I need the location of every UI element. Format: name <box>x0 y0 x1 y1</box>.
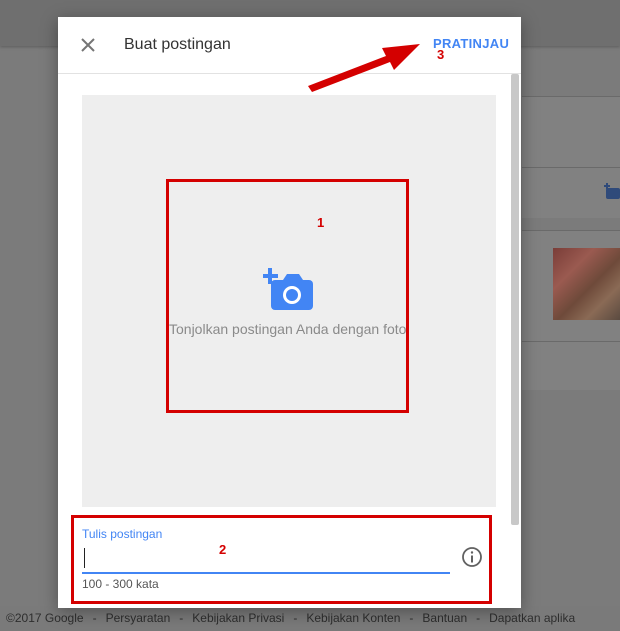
footer-link-get-app[interactable]: Dapatkan aplika <box>489 611 575 625</box>
footer-link-copyright[interactable]: ©2017 Google <box>6 611 84 625</box>
annotation-number-3: 3 <box>437 47 445 62</box>
footer-link-content-policy[interactable]: Kebijakan Konten <box>306 611 400 625</box>
footer-link-help[interactable]: Bantuan <box>422 611 467 625</box>
scrollbar[interactable] <box>511 74 519 525</box>
footer-links: ©2017 Google - Persyaratan - Kebijakan Priva… <box>6 611 575 625</box>
footer-link-privacy[interactable]: Kebijakan Privasi <box>192 611 284 625</box>
preview-button[interactable]: PRATINJAU <box>433 36 509 51</box>
footer-separator: - <box>409 611 414 625</box>
footer-link-terms[interactable]: Persyaratan <box>106 611 171 625</box>
annotation-arrow <box>308 44 420 92</box>
dialog-header: Buat postingan PRATINJAU <box>58 17 521 74</box>
background-camera-icon <box>604 183 620 199</box>
footer-separator: - <box>293 611 298 625</box>
annotation-box-photo <box>166 179 409 413</box>
dialog-title: Buat postingan <box>124 36 231 53</box>
footer-separator: - <box>92 611 97 625</box>
annotation-box-post <box>71 515 492 604</box>
annotation-number-2: 2 <box>219 542 227 557</box>
background-photo-thumbnail <box>553 248 620 320</box>
background-card <box>522 96 620 167</box>
close-icon[interactable] <box>78 35 98 55</box>
footer-separator: - <box>179 611 184 625</box>
footer-separator: - <box>476 611 481 625</box>
background-card <box>522 341 620 390</box>
annotation-number-1: 1 <box>317 215 325 230</box>
